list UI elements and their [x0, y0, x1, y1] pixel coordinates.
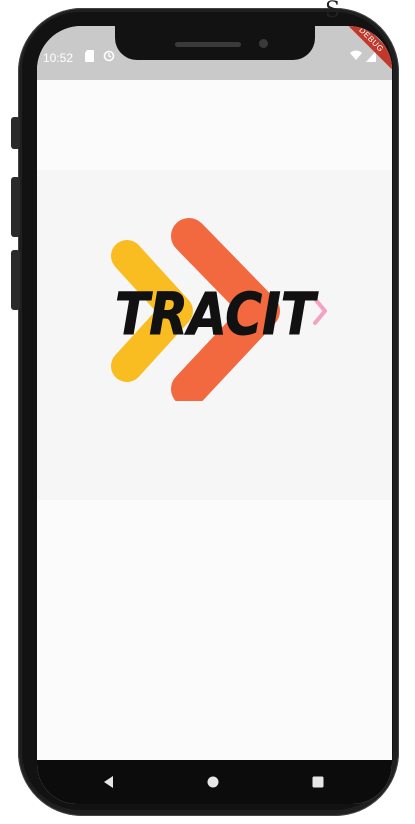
phone-screen: 10:52 DEBUG TRACIT: [37, 26, 392, 804]
navigation-bar: [37, 760, 392, 804]
recents-icon[interactable]: [309, 773, 327, 791]
status-time: 10:52: [43, 51, 74, 65]
pink-chevron-icon: [313, 297, 327, 325]
side-button-silent: [11, 117, 20, 149]
side-button-volume-up: [11, 177, 20, 237]
status-bar: 10:52 DEBUG: [37, 26, 392, 80]
sd-card-icon: [85, 50, 94, 62]
front-camera: [259, 39, 268, 48]
tracit-logo: TRACIT: [111, 218, 327, 401]
side-button-volume-down: [11, 250, 20, 310]
home-icon[interactable]: [204, 773, 222, 791]
back-icon[interactable]: [100, 773, 118, 791]
corner-glyph: S: [325, 0, 341, 23]
speaker-grille: [175, 42, 241, 47]
wifi-icon: [350, 50, 362, 60]
logo-text: TRACIT: [115, 280, 319, 348]
sync-icon: [103, 50, 115, 62]
